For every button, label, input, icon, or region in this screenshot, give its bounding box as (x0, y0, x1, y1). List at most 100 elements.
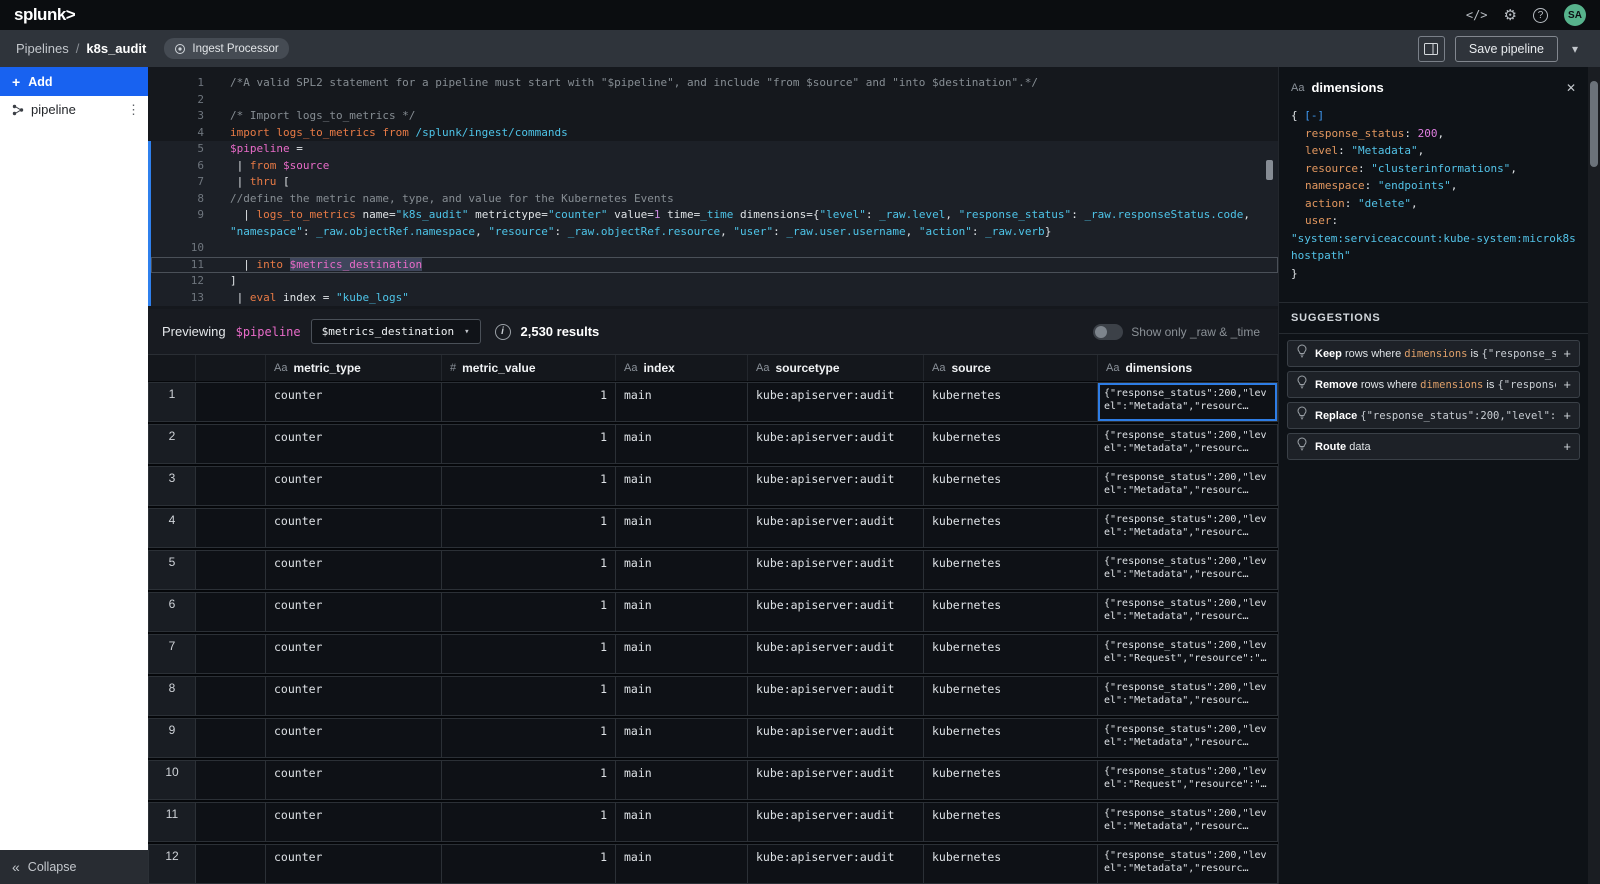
code-line[interactable]: 11 | into $metrics_destination (148, 257, 1278, 274)
cell-source[interactable]: kubernetes (924, 760, 1098, 800)
cell-dimensions[interactable]: {"response_status":200,"level":"Metadata… (1098, 844, 1278, 884)
cell-index[interactable]: main (616, 718, 748, 758)
add-suggestion-button[interactable]: + (1563, 346, 1571, 361)
cell-metric_value[interactable]: 1 (442, 550, 616, 590)
cell-metric_type[interactable]: counter (266, 718, 442, 758)
column-header-dimensions[interactable]: Aadimensions (1098, 355, 1278, 381)
cell-index[interactable]: main (616, 634, 748, 674)
show-raw-time-toggle[interactable] (1093, 324, 1123, 340)
cell-index[interactable]: main (616, 844, 748, 884)
cell-index[interactable]: main (616, 550, 748, 590)
add-suggestion-button[interactable]: + (1563, 377, 1571, 392)
cell-sourcetype[interactable]: kube:apiserver:audit (748, 760, 924, 800)
info-icon[interactable]: i (495, 324, 511, 340)
code-line[interactable]: 7 | thru [ (148, 174, 1278, 191)
kebab-menu-icon[interactable]: ⋮ (127, 102, 140, 118)
cell-sourcetype[interactable]: kube:apiserver:audit (748, 466, 924, 506)
cell-metric_value[interactable]: 1 (442, 634, 616, 674)
cell-sourcetype[interactable]: kube:apiserver:audit (748, 424, 924, 464)
code-line[interactable]: 9 | logs_to_metrics name="k8s_audit" met… (148, 207, 1278, 224)
cell-sourcetype[interactable]: kube:apiserver:audit (748, 676, 924, 716)
cell-metric_value[interactable]: 1 (442, 424, 616, 464)
cell-metric_type[interactable]: counter (266, 634, 442, 674)
suggestion-card[interactable]: Keep rows where dimensions is {"response… (1287, 340, 1580, 367)
cell-source[interactable]: kubernetes (924, 802, 1098, 842)
cell-blank[interactable] (196, 634, 266, 674)
gear-icon[interactable]: ⚙ (1504, 6, 1517, 24)
cell-metric_type[interactable]: counter (266, 760, 442, 800)
json-collapse-toggle[interactable]: [-] (1304, 109, 1324, 122)
cell-sourcetype[interactable]: kube:apiserver:audit (748, 718, 924, 758)
cell-blank[interactable] (196, 382, 266, 422)
cell-blank[interactable] (196, 676, 266, 716)
cell-metric_type[interactable]: counter (266, 844, 442, 884)
cell-sourcetype[interactable]: kube:apiserver:audit (748, 382, 924, 422)
save-pipeline-button[interactable]: Save pipeline (1455, 36, 1558, 62)
user-avatar[interactable]: SA (1564, 4, 1586, 26)
suggestion-card[interactable]: Route data+ (1287, 433, 1580, 460)
cell-index[interactable]: main (616, 382, 748, 422)
column-header-blank[interactable] (196, 355, 266, 381)
cell-metric_value[interactable]: 1 (442, 760, 616, 800)
column-header-metric_type[interactable]: Aametric_type (266, 355, 442, 381)
code-line[interactable]: 1/*A valid SPL2 statement for a pipeline… (148, 75, 1278, 92)
cell-blank[interactable] (196, 466, 266, 506)
cell-dimensions[interactable]: {"response_status":200,"level":"Request"… (1098, 634, 1278, 674)
cell-source[interactable]: kubernetes (924, 592, 1098, 632)
cell-dimensions[interactable]: {"response_status":200,"level":"Metadata… (1098, 424, 1278, 464)
suggestion-card[interactable]: Remove rows where dimensions is {"respon… (1287, 371, 1580, 398)
cell-source[interactable]: kubernetes (924, 382, 1098, 422)
column-header-index[interactable]: Aaindex (616, 355, 748, 381)
code-line[interactable]: 12] (148, 273, 1278, 290)
column-header-metric_value[interactable]: #metric_value (442, 355, 616, 381)
destination-dropdown[interactable]: $metrics_destination ▾ (311, 319, 481, 344)
cell-dimensions[interactable]: {"response_status":200,"level":"Metadata… (1098, 550, 1278, 590)
sidebar-item-pipeline[interactable]: pipeline ⋮ (0, 96, 148, 123)
add-suggestion-button[interactable]: + (1563, 408, 1571, 423)
cell-dimensions[interactable]: {"response_status":200,"level":"Request"… (1098, 760, 1278, 800)
cell-dimensions[interactable]: {"response_status":200,"level":"Metadata… (1098, 592, 1278, 632)
cell-metric_value[interactable]: 1 (442, 718, 616, 758)
cell-dimensions[interactable]: {"response_status":200,"level":"Metadata… (1098, 508, 1278, 548)
cell-metric_value[interactable]: 1 (442, 508, 616, 548)
cell-index[interactable]: main (616, 424, 748, 464)
code-line[interactable]: 4import logs_to_metrics from /splunk/ing… (148, 125, 1278, 142)
window-scrollbar[interactable] (1588, 67, 1600, 884)
cell-metric_value[interactable]: 1 (442, 592, 616, 632)
cell-metric_type[interactable]: counter (266, 802, 442, 842)
cell-metric_type[interactable]: counter (266, 676, 442, 716)
help-icon[interactable]: ? (1533, 8, 1548, 23)
cell-blank[interactable] (196, 844, 266, 884)
cell-source[interactable]: kubernetes (924, 676, 1098, 716)
cell-metric_value[interactable]: 1 (442, 844, 616, 884)
cell-metric_value[interactable]: 1 (442, 676, 616, 716)
cell-metric_value[interactable]: 1 (442, 466, 616, 506)
cell-sourcetype[interactable]: kube:apiserver:audit (748, 802, 924, 842)
cell-metric_type[interactable]: counter (266, 508, 442, 548)
cell-source[interactable]: kubernetes (924, 550, 1098, 590)
cell-metric_type[interactable]: counter (266, 592, 442, 632)
code-line[interactable]: 10 (148, 240, 1278, 257)
collapse-sidebar-button[interactable]: « Collapse (0, 850, 148, 884)
cell-sourcetype[interactable]: kube:apiserver:audit (748, 634, 924, 674)
cell-index[interactable]: main (616, 802, 748, 842)
cell-index[interactable]: main (616, 676, 748, 716)
cell-blank[interactable] (196, 760, 266, 800)
cell-index[interactable]: main (616, 760, 748, 800)
code-line[interactable]: 6 | from $source (148, 158, 1278, 175)
column-header-sourcetype[interactable]: Aasourcetype (748, 355, 924, 381)
cell-dimensions[interactable]: {"response_status":200,"level":"Metadata… (1098, 466, 1278, 506)
spl2-code-editor[interactable]: 1/*A valid SPL2 statement for a pipeline… (148, 67, 1278, 309)
cell-index[interactable]: main (616, 592, 748, 632)
cell-source[interactable]: kubernetes (924, 844, 1098, 884)
code-line[interactable]: 5$pipeline = (148, 141, 1278, 158)
layout-toggle-button[interactable] (1418, 36, 1445, 62)
cell-source[interactable]: kubernetes (924, 634, 1098, 674)
cell-blank[interactable] (196, 508, 266, 548)
cell-metric_type[interactable]: counter (266, 424, 442, 464)
editor-scrollbar[interactable] (1266, 160, 1273, 180)
cell-sourcetype[interactable]: kube:apiserver:audit (748, 550, 924, 590)
cell-sourcetype[interactable]: kube:apiserver:audit (748, 508, 924, 548)
cell-blank[interactable] (196, 424, 266, 464)
cell-dimensions[interactable]: {"response_status":200,"level":"Metadata… (1098, 802, 1278, 842)
